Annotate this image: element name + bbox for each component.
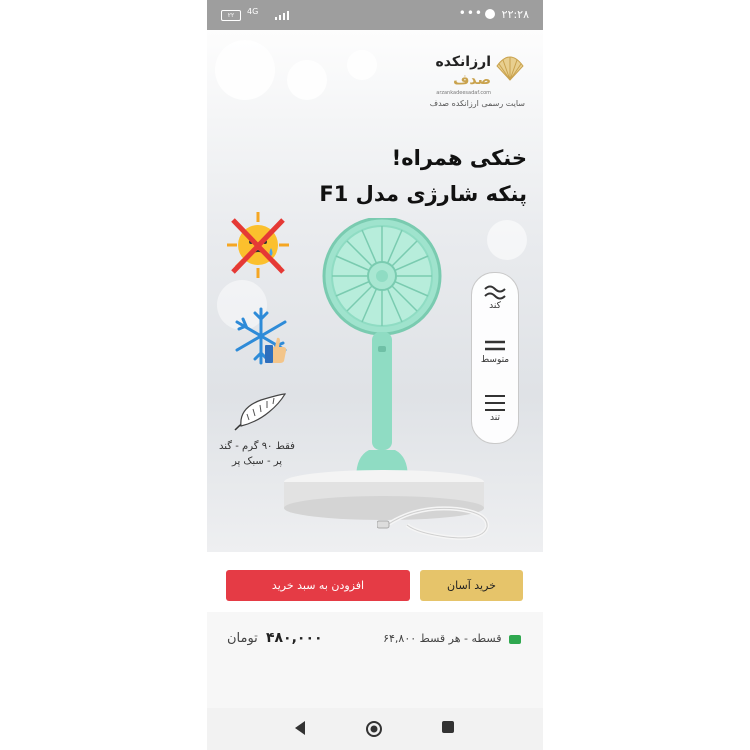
weight-feature-text: فقط ۹۰ گرم - گند پر - سبک پر bbox=[219, 441, 295, 467]
recents-icon[interactable] bbox=[441, 720, 455, 734]
add-to-cart-button[interactable]: افزودن به سبد خرید bbox=[226, 570, 410, 601]
price-row: ۴۸۰,۰۰۰ تومان قسطه - هر قسط ۶۴,۸۰۰ bbox=[207, 612, 543, 662]
signal-icon bbox=[275, 11, 289, 20]
brand-name: ارزانکده bbox=[435, 54, 491, 70]
snowflake-icon bbox=[235, 307, 287, 365]
speed-fast: تند bbox=[472, 393, 518, 423]
brand-logo: ارزانکده صدف arzankadeesadaf.com سایت رس… bbox=[415, 52, 525, 112]
price-amount: ۴۸۰,۰۰۰ bbox=[265, 630, 323, 646]
status-time: ۲۲:۲۸ bbox=[501, 8, 529, 21]
check-shield-icon bbox=[485, 9, 495, 19]
speed-medium-icon bbox=[485, 340, 505, 351]
action-buttons: افزودن به سبد خرید خرید آسان bbox=[207, 552, 543, 612]
price: ۴۸۰,۰۰۰ تومان bbox=[227, 630, 323, 646]
product-headline: خنکی همراه! پنکه شارژی مدل F1 bbox=[319, 140, 527, 212]
speed-fast-label: تند bbox=[490, 413, 500, 423]
speed-levels-panel: کند متوسط تند bbox=[471, 272, 519, 444]
home-icon[interactable] bbox=[365, 720, 383, 738]
speed-slow-label: کند bbox=[489, 301, 501, 311]
battery-icon: ۲۲ bbox=[221, 10, 241, 21]
speed-medium-label: متوسط bbox=[480, 355, 510, 365]
product-hero-image[interactable]: ارزانکده صدف arzankadeesadaf.com سایت رس… bbox=[207, 30, 543, 552]
phone-screen: ۲۲ 4G ••• ۲۲:۲۸ ارزانکده صدف arzankadees… bbox=[207, 0, 543, 750]
usb-cable-image bbox=[377, 506, 490, 540]
speed-slow-icon bbox=[484, 285, 506, 300]
brand-url: arzankadeesadaf.com bbox=[436, 90, 491, 96]
back-icon[interactable] bbox=[293, 720, 307, 736]
price-currency: تومان bbox=[227, 631, 258, 646]
easy-buy-button[interactable]: خرید آسان bbox=[420, 570, 523, 601]
installment-text: قسطه - هر قسط ۶۴,۸۰۰ bbox=[383, 632, 502, 645]
brand-name-2: صدف bbox=[453, 72, 491, 88]
headline-line-1: خنکی همراه! bbox=[391, 146, 527, 170]
no-heat-icon bbox=[227, 212, 289, 278]
android-nav-bar bbox=[207, 708, 543, 750]
installment-info[interactable]: قسطه - هر قسط ۶۴,۸۰۰ bbox=[383, 632, 521, 645]
feather-icon bbox=[234, 393, 287, 431]
status-bar: ۲۲ 4G ••• ۲۲:۲۸ bbox=[207, 0, 543, 30]
speed-medium: متوسط bbox=[472, 337, 518, 365]
headline-line-2: پنکه شارژی مدل F1 bbox=[319, 182, 527, 206]
more-dots-icon: ••• bbox=[458, 6, 483, 20]
installment-icon bbox=[509, 634, 521, 644]
speed-slow: کند bbox=[472, 283, 518, 311]
network-type: 4G bbox=[247, 7, 259, 16]
speed-fast-icon bbox=[485, 395, 505, 411]
fan-product-image bbox=[322, 218, 442, 496]
brand-tagline: سایت رسمی ارزانکده صدف bbox=[429, 99, 525, 108]
shell-logo-icon bbox=[496, 56, 524, 81]
